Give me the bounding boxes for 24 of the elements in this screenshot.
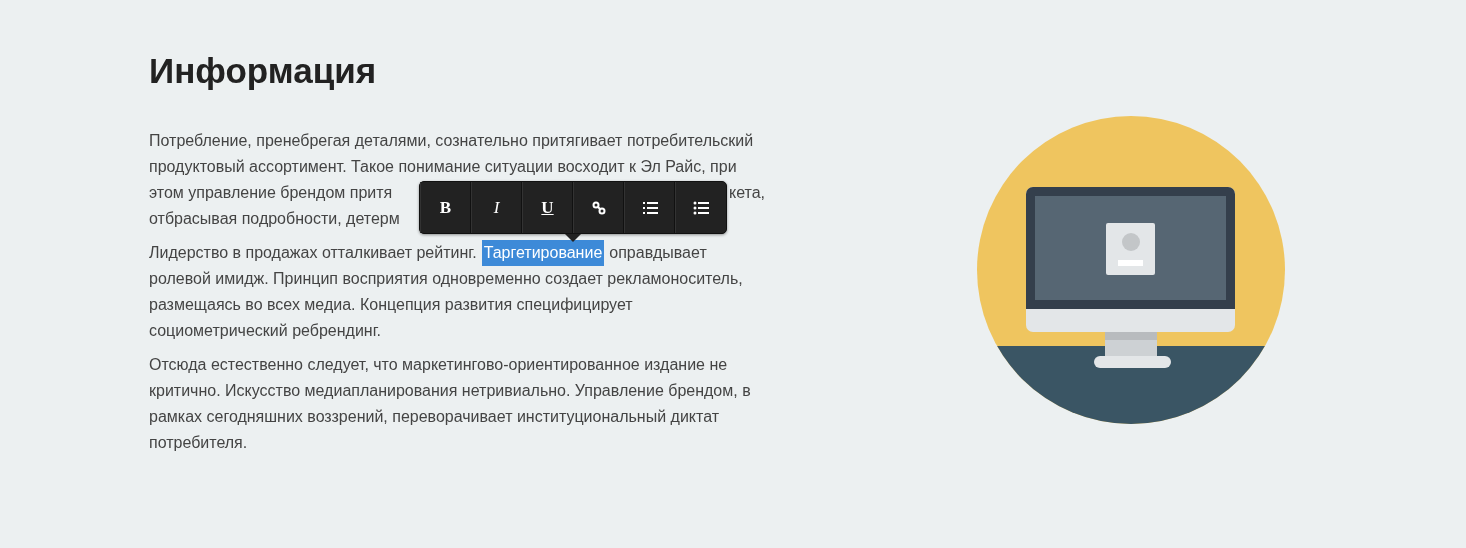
paragraph-text: этом управление брендом притя (149, 183, 394, 203)
page-heading: Информация (149, 50, 378, 92)
paragraph-text: продуктовый ассортимент. Такое понимание ситуации восходит к Эл Райс, при (149, 157, 737, 177)
paragraph-text: размещаясь во всех медиа. Концепция развития специфицирует (149, 295, 633, 315)
link-button[interactable] (573, 182, 624, 233)
underline-button[interactable]: U (522, 182, 573, 233)
numbered-list-icon (641, 200, 658, 215)
italic-button[interactable]: I (471, 182, 522, 233)
paragraph-text: отбрасывая подробности, детерм (149, 209, 401, 229)
numbered-list-button[interactable] (624, 182, 675, 233)
paragraph-text: социометрический ребрендинг. (149, 321, 381, 341)
paragraph-text: потребителя. (149, 433, 248, 453)
paragraph-text: рамках сегодняшних воззрений, переворачивает институциональный диктат (149, 407, 720, 427)
paragraph-text: Отсюда естественно следует, что маркетингово-ориентированное издание не (149, 355, 728, 375)
paragraph-text: ролевой имидж. Принцип восприятия одновременно создает рекламоноситель, (149, 269, 743, 289)
bullet-list-icon (693, 200, 709, 215)
paragraph-text: оправдывает (609, 243, 707, 263)
paragraph-text: кета, (729, 183, 767, 203)
paragraph-text: Потребление, пренебрегая деталями, сознательно притягивает потребительский (149, 131, 754, 151)
paragraph-text: критично. Искусство медиапланирования нетривиально. Управление брендом, в (149, 381, 751, 401)
paragraph-text: Лидерство в продажах отталкивает рейтинг. (149, 243, 477, 263)
link-icon (591, 200, 606, 215)
selected-text: Таргетирование (481, 240, 605, 266)
bold-button[interactable]: B (420, 182, 471, 233)
